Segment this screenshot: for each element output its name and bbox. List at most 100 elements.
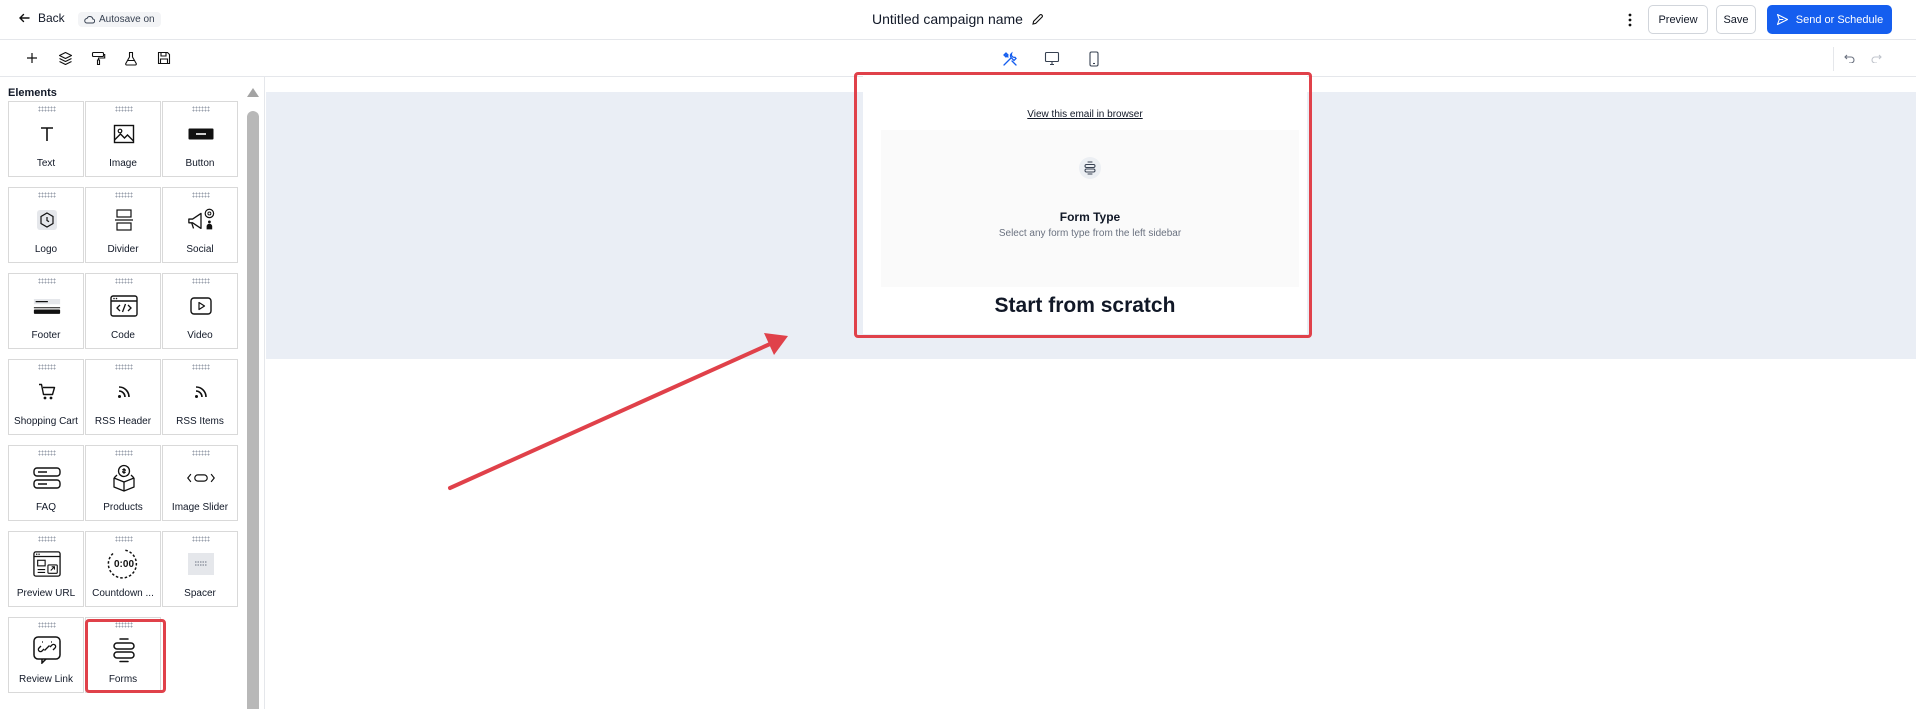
element-label: Countdown ...: [92, 588, 154, 599]
element-label: Social: [186, 244, 214, 255]
drag-handle-icon[interactable]: [115, 622, 133, 628]
drag-handle-icon[interactable]: [38, 622, 56, 628]
forms-icon: [1079, 157, 1101, 179]
autosave-label: Autosave on: [99, 14, 155, 25]
form-type-subtitle: Select any form type from the left sideb…: [998, 228, 1182, 239]
element-preview-url[interactable]: Preview URL: [8, 531, 84, 607]
drag-handle-icon[interactable]: [192, 536, 210, 542]
countdown-icon-text: 0:00: [113, 558, 134, 570]
drag-handle-icon[interactable]: [115, 106, 133, 112]
editor-toolbar: [0, 40, 1916, 77]
social-icon: [187, 206, 215, 234]
undo-redo-group: [1833, 47, 1891, 71]
drag-handle-icon[interactable]: [115, 278, 133, 284]
element-faq[interactable]: FAQ: [8, 445, 84, 521]
element-text[interactable]: Text: [8, 101, 84, 177]
element-label: FAQ: [35, 502, 56, 513]
mobile-view-icon[interactable]: [1085, 50, 1103, 67]
drag-handle-icon[interactable]: [192, 106, 210, 112]
element-footer[interactable]: Footer: [8, 273, 84, 349]
element-countdown[interactable]: 0:00 Countdown ...: [85, 531, 161, 607]
element-spacer[interactable]: Spacer: [162, 531, 238, 607]
drag-handle-icon[interactable]: [192, 364, 210, 370]
divider-icon: [110, 206, 138, 234]
drag-handle-icon[interactable]: [192, 450, 210, 456]
element-label: RSS Header: [94, 416, 152, 427]
element-label: Forms: [108, 674, 138, 685]
scroll-thumb[interactable]: [247, 111, 259, 709]
element-products[interactable]: Products: [85, 445, 161, 521]
add-icon[interactable]: [24, 50, 40, 66]
element-social[interactable]: Social: [162, 187, 238, 263]
footer-icon: [33, 292, 61, 320]
element-label: Code: [111, 330, 135, 341]
paint-roller-icon[interactable]: [90, 50, 106, 66]
element-label: Review Link: [19, 674, 73, 685]
element-review-link[interactable]: Review Link: [8, 617, 84, 693]
more-options-icon[interactable]: [1620, 10, 1640, 30]
drag-handle-icon[interactable]: [38, 106, 56, 112]
elements-sidebar: Elements Text Image Button Logo Divider: [0, 77, 265, 709]
drag-handle-icon[interactable]: [115, 536, 133, 542]
element-label: Video: [187, 330, 213, 341]
back-label: Back: [38, 11, 65, 25]
campaign-title[interactable]: Untitled campaign name: [872, 11, 1044, 27]
element-rss-header[interactable]: RSS Header: [85, 359, 161, 435]
countdown-icon: 0:00: [106, 548, 142, 580]
element-label: Preview URL: [16, 588, 76, 599]
text-icon: [33, 120, 61, 148]
element-video[interactable]: Video: [162, 273, 238, 349]
drag-handle-icon[interactable]: [38, 278, 56, 284]
element-logo[interactable]: Logo: [8, 187, 84, 263]
preview-button[interactable]: Preview: [1648, 5, 1708, 34]
undo-icon[interactable]: [1843, 50, 1855, 68]
element-label: Logo: [34, 244, 58, 255]
cart-icon: [33, 378, 61, 406]
element-image-slider[interactable]: Image Slider: [162, 445, 238, 521]
top-bar: Back Autosave on Untitled campaign name …: [0, 0, 1916, 40]
view-in-browser-link[interactable]: View this email in browser: [863, 109, 1307, 120]
arrow-left-icon: [19, 13, 30, 23]
drag-handle-icon[interactable]: [115, 364, 133, 370]
element-label: RSS Items: [176, 416, 224, 427]
redo-icon[interactable]: [1871, 50, 1882, 68]
back-button[interactable]: Back: [18, 11, 65, 25]
drag-handle-icon[interactable]: [192, 278, 210, 284]
layers-icon[interactable]: [57, 50, 73, 66]
drag-handle-icon[interactable]: [115, 192, 133, 198]
element-forms[interactable]: Forms: [85, 617, 161, 693]
scroll-up-icon[interactable]: [247, 88, 259, 97]
drag-handle-icon[interactable]: [38, 192, 56, 198]
design-tools-icon[interactable]: [1001, 50, 1019, 67]
element-image[interactable]: Image: [85, 101, 161, 177]
drag-handle-icon[interactable]: [192, 192, 210, 198]
video-icon: [187, 292, 215, 320]
element-button[interactable]: Button: [162, 101, 238, 177]
drag-handle-icon[interactable]: [38, 536, 56, 542]
element-label: Products: [103, 502, 143, 513]
element-label: Footer: [31, 330, 61, 341]
sidebar-scrollbar[interactable]: [247, 88, 259, 709]
element-divider[interactable]: Divider: [85, 187, 161, 263]
button-icon: [187, 120, 215, 148]
rss-icon: [187, 378, 215, 406]
pencil-icon[interactable]: [1031, 13, 1044, 26]
form-placeholder-block[interactable]: Form Type Select any form type from the …: [881, 130, 1299, 287]
send-or-schedule-button[interactable]: Send or Schedule: [1767, 5, 1892, 34]
element-label: Image Slider: [171, 502, 229, 513]
drag-handle-icon[interactable]: [115, 450, 133, 456]
element-label: Shopping Cart: [14, 416, 78, 427]
save-button[interactable]: Save: [1716, 5, 1756, 34]
element-shopping-cart[interactable]: Shopping Cart: [8, 359, 84, 435]
save-template-icon[interactable]: [156, 50, 172, 66]
drag-handle-icon[interactable]: [38, 450, 56, 456]
email-body[interactable]: View this email in browser Form Type Sel…: [863, 76, 1307, 334]
send-label: Send or Schedule: [1795, 13, 1884, 26]
desktop-view-icon[interactable]: [1043, 50, 1061, 67]
drag-handle-icon[interactable]: [38, 364, 56, 370]
flask-icon[interactable]: [123, 50, 139, 66]
element-label: Text: [36, 158, 56, 169]
element-code[interactable]: Code: [85, 273, 161, 349]
element-rss-items[interactable]: RSS Items: [162, 359, 238, 435]
forms-icon: [110, 636, 138, 664]
